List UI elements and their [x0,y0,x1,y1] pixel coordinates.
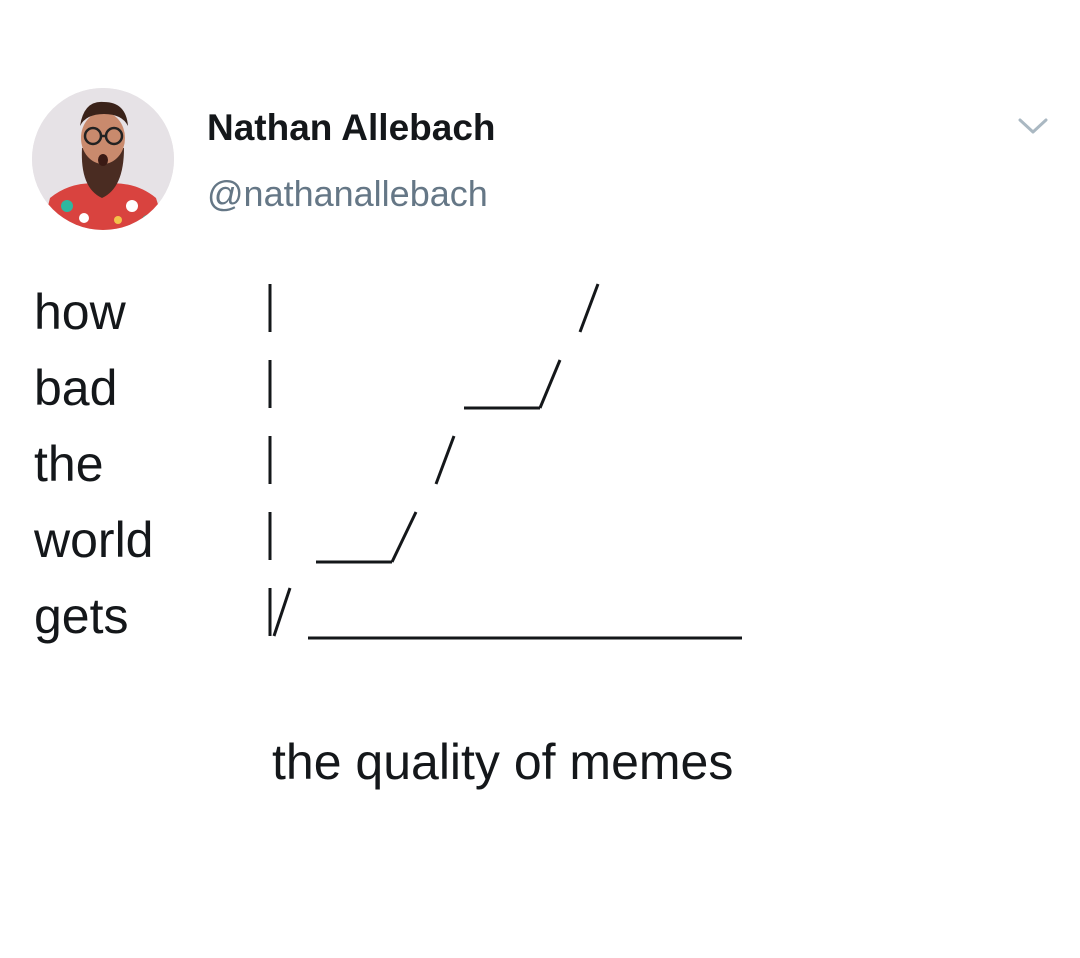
user-handle[interactable]: @nathanallebach [207,172,488,216]
word-line: gets [34,588,129,644]
word-line: bad [34,360,118,416]
tweet-text-words: how bad the world gets [34,274,153,654]
avatar[interactable] [32,88,174,230]
tweet: Nathan Allebach @nathanallebach how bad … [0,0,1080,958]
word-line: world [34,512,154,568]
word-line: how [34,284,126,340]
curve-segment [272,587,292,637]
curve-segment [434,435,456,485]
x-axis-caption: the quality of memes [272,734,734,790]
ascii-graph [268,283,742,640]
curve-segment [390,511,418,563]
curve-segment [578,283,600,333]
chevron-down-icon[interactable] [1014,112,1052,140]
profile-photo-icon [32,88,174,230]
curve-segment [538,359,562,409]
display-name[interactable]: Nathan Allebach [207,106,496,150]
word-line: the [34,436,104,492]
